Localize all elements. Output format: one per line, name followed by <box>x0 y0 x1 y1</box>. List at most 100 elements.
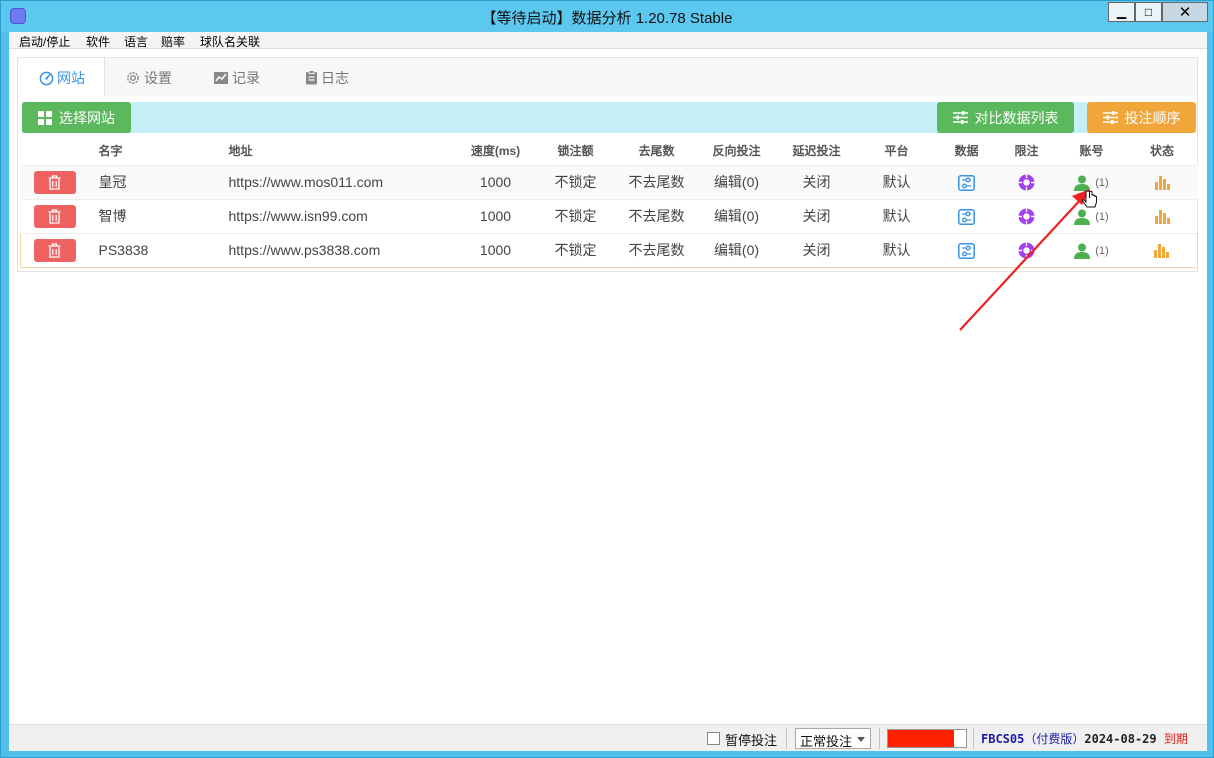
chevron-down-icon <box>857 737 865 742</box>
websites-panel: 选择网站 对比数据列表 投注顺序 名字 地址 速度(ms) 锁注额 去尾数 反向… <box>17 96 1198 272</box>
col-platform: 平台 <box>884 144 909 159</box>
tab-websites[interactable]: 网站 <box>18 58 105 98</box>
bar-chart-icon <box>1154 244 1170 259</box>
data-settings-icon <box>958 242 975 259</box>
lifebuoy-icon <box>1018 208 1035 225</box>
progress-fill <box>888 730 955 747</box>
account-button[interactable]: (1) <box>1074 243 1109 259</box>
status-button[interactable] <box>1154 176 1170 191</box>
compare-list-label: 对比数据列表 <box>974 109 1059 126</box>
status-divider <box>879 728 880 749</box>
menu-start-stop[interactable]: 启动/停止 <box>19 33 70 50</box>
cell-tail[interactable]: 不去尾数 <box>616 232 697 268</box>
bet-mode-select[interactable]: 正常投注 <box>795 728 871 749</box>
cell-platform[interactable]: 默认 <box>856 164 937 199</box>
cell-lock[interactable]: 不锁定 <box>534 164 617 199</box>
status-bar: 暂停投注 正常投注 FBCS05（付费版）2024-08-29 到期 <box>9 724 1207 751</box>
status-button[interactable] <box>1154 210 1170 225</box>
col-reverse: 反向投注 <box>712 144 761 159</box>
menu-software[interactable]: 软件 <box>86 33 110 50</box>
cell-speed[interactable]: 1000 <box>456 198 535 233</box>
cell-tail[interactable]: 不去尾数 <box>616 164 697 199</box>
col-name: 名字 <box>98 144 123 159</box>
col-speed: 速度(ms) <box>470 144 521 159</box>
select-site-label: 选择网站 <box>59 109 115 126</box>
close-button[interactable]: ✕ <box>1162 2 1208 22</box>
sliders-icon <box>952 111 968 124</box>
app-window: 【等待启动】数据分析 1.20.78 Stable ▁ □ ✕ 启动/停止 软件… <box>0 0 1214 758</box>
cell-tail[interactable]: 不去尾数 <box>616 198 697 233</box>
progress-bar <box>887 729 967 748</box>
pause-betting-checkbox[interactable] <box>707 732 720 745</box>
menu-language[interactable]: 语言 <box>124 33 148 50</box>
menu-team-mapping[interactable]: 球队名关联 <box>200 33 260 50</box>
delete-button[interactable] <box>33 170 76 194</box>
cell-speed[interactable]: 1000 <box>456 164 535 199</box>
bet-order-button[interactable]: 投注顺序 <box>1087 102 1196 133</box>
cell-url: https://www.isn99.com <box>224 198 457 233</box>
grid-icon <box>38 110 52 125</box>
user-icon <box>1074 209 1091 225</box>
table-row: 皇冠 https://www.mos011.com 1000 不锁定 不去尾数 … <box>20 164 1198 199</box>
license-edition: （付费版） <box>1024 732 1085 746</box>
sliders-icon <box>1102 111 1118 124</box>
cell-speed[interactable]: 1000 <box>456 232 535 268</box>
delete-button[interactable] <box>33 204 76 228</box>
compare-list-button[interactable]: 对比数据列表 <box>937 102 1074 133</box>
data-settings-button[interactable] <box>958 174 975 191</box>
cell-reverse-edit[interactable]: 编辑(0) <box>696 198 777 233</box>
limit-button[interactable] <box>1018 174 1035 191</box>
limit-button[interactable] <box>1018 242 1035 259</box>
license-info: FBCS05（付费版）2024-08-29 到期 <box>981 730 1188 747</box>
data-settings-button[interactable] <box>958 208 975 225</box>
gauge-icon <box>39 71 54 85</box>
lifebuoy-icon <box>1018 174 1035 191</box>
cell-delay[interactable]: 关闭 <box>776 198 857 233</box>
cell-platform[interactable]: 默认 <box>856 232 937 268</box>
cell-url: https://www.mos011.com <box>224 164 457 199</box>
tab-settings[interactable]: 设置 <box>125 58 172 97</box>
title-bar[interactable]: 【等待启动】数据分析 1.20.78 Stable ▁ □ ✕ <box>1 1 1213 32</box>
status-button[interactable] <box>1154 244 1170 259</box>
col-data: 数据 <box>954 144 979 159</box>
maximize-button[interactable]: □ <box>1135 2 1162 22</box>
tab-logs[interactable]: 日志 <box>305 58 349 97</box>
gear-icon <box>127 71 139 84</box>
col-delay: 延迟投注 <box>792 144 841 159</box>
trash-icon <box>48 242 61 258</box>
bet-mode-value: 正常投注 <box>800 734 853 749</box>
col-delete <box>21 137 89 165</box>
cell-delay[interactable]: 关闭 <box>776 164 857 199</box>
bar-chart-icon <box>1154 176 1170 191</box>
menu-odds[interactable]: 赔率 <box>161 33 185 50</box>
minimize-button[interactable]: ▁ <box>1108 2 1135 22</box>
cell-platform[interactable]: 默认 <box>856 198 937 233</box>
user-icon <box>1074 243 1091 259</box>
cell-lock[interactable]: 不锁定 <box>534 198 617 233</box>
expiry-date: 2024-08-29 <box>1084 732 1157 746</box>
data-settings-icon <box>958 208 975 225</box>
pause-betting-label[interactable]: 暂停投注 <box>725 730 777 749</box>
data-settings-button[interactable] <box>958 242 975 259</box>
bet-order-label: 投注顺序 <box>1124 109 1181 126</box>
tab-records[interactable]: 记录 <box>213 58 260 97</box>
account-button[interactable]: (1) <box>1074 175 1109 191</box>
tab-websites-label: 网站 <box>57 70 85 86</box>
cell-reverse-edit[interactable]: 编辑(0) <box>696 232 777 268</box>
cell-lock[interactable]: 不锁定 <box>534 232 617 268</box>
license-code: FBCS05 <box>981 732 1025 746</box>
status-divider <box>786 728 787 749</box>
cell-reverse-edit[interactable]: 编辑(0) <box>696 164 777 199</box>
delete-button[interactable] <box>33 238 76 262</box>
select-site-button[interactable]: 选择网站 <box>22 102 131 133</box>
table-row: PS3838 https://www.ps3838.com 1000 不锁定 不… <box>20 232 1198 268</box>
cell-name: PS3838 <box>88 232 225 268</box>
table-row: 智博 https://www.isn99.com 1000 不锁定 不去尾数 编… <box>20 198 1198 233</box>
account-count: (1) <box>1095 244 1109 257</box>
col-status: 状态 <box>1149 144 1174 159</box>
cell-delay[interactable]: 关闭 <box>776 232 857 268</box>
tab-logs-label: 日志 <box>321 69 349 86</box>
limit-button[interactable] <box>1018 208 1035 225</box>
tab-bar: 网站 设置 记录 日志 <box>17 57 1198 98</box>
account-button[interactable]: (1) <box>1074 209 1109 225</box>
